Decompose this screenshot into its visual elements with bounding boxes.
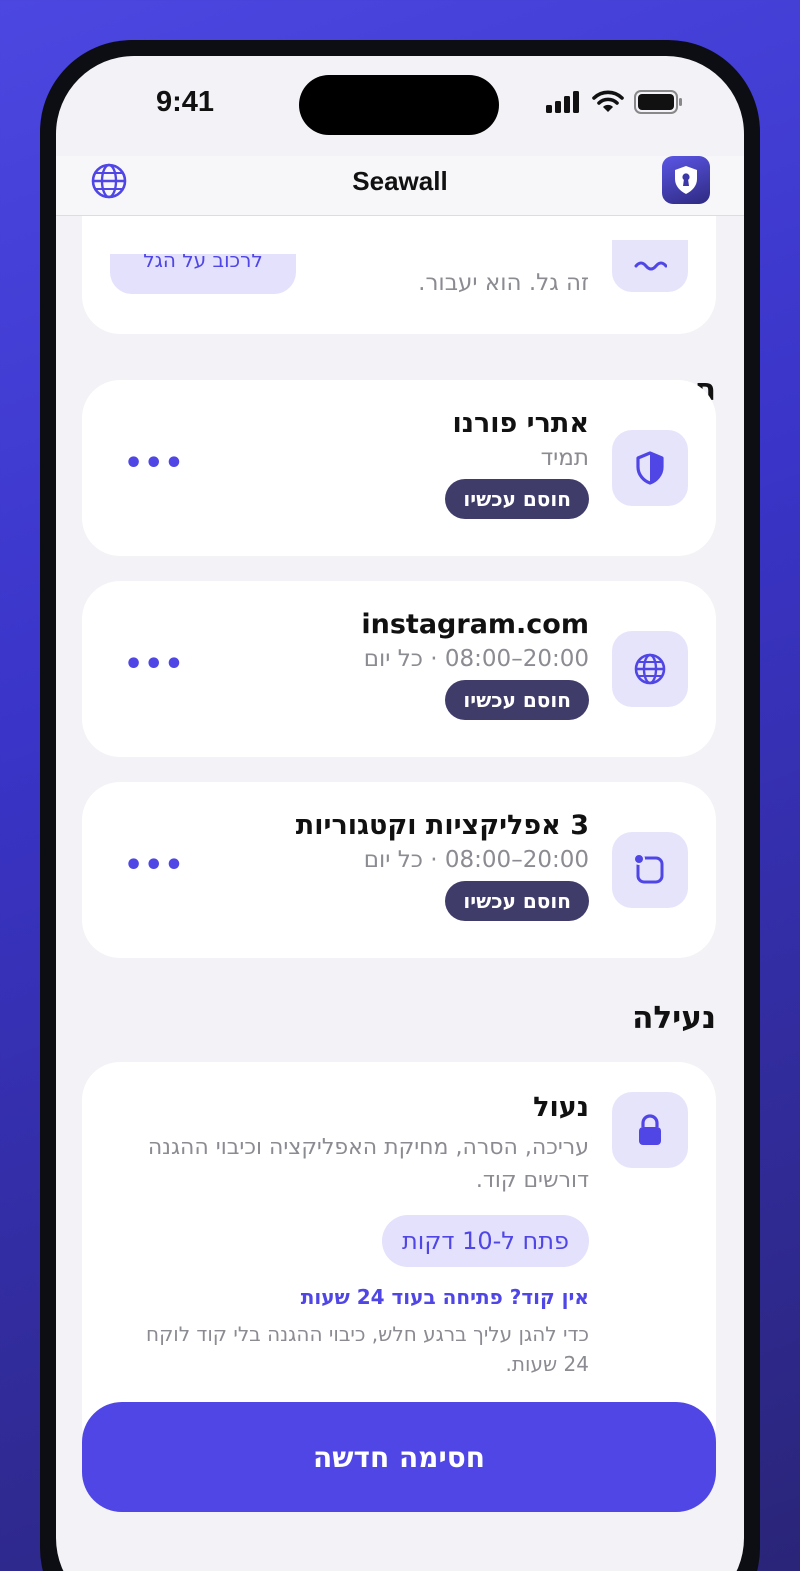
lock-description: עריכה, הסרה, מחיקת האפליקציה וכיבוי ההגנ… (147, 1135, 589, 1193)
new-block-button[interactable]: חסימה חדשה (82, 1402, 716, 1512)
lock-icon (612, 1092, 688, 1168)
keyhole-shield-icon[interactable] (662, 156, 710, 204)
lock-title: נעול (533, 1092, 589, 1123)
status-badge: חוסם עכשיו (445, 881, 589, 921)
signal-icon (546, 91, 579, 113)
block-schedule: תמיד (540, 445, 589, 471)
wave-card-text: זה גל. הוא יעבור. (418, 270, 589, 296)
block-schedule: 20:00–08:00 · כל יום (363, 646, 589, 672)
lock-section-title: נעילה (632, 1000, 716, 1036)
status-icons (546, 90, 684, 114)
app-screen: זה גל. הוא יעבור. לרכוב על הגל חסימות את… (56, 56, 744, 1571)
status-badge: חוסם עכשיו (445, 680, 589, 720)
status-badge: חוסם עכשיו (445, 479, 589, 519)
battery-icon (634, 90, 682, 114)
shield-icon (612, 430, 688, 506)
app-icon (612, 832, 688, 908)
globe-icon (612, 631, 688, 707)
lock-note: כדי להגן עליך ברגע חלש, כיבוי ההגנה בלי … (146, 1322, 589, 1376)
wave-icon (612, 240, 688, 292)
nav-bar: Seawall (56, 156, 744, 216)
block-title: 3 אפליקציות וקטגוריות (295, 810, 589, 841)
more-options-button[interactable]: ••• (124, 446, 185, 481)
block-card[interactable]: 3 אפליקציות וקטגוריות 20:00–08:00 · כל י… (82, 782, 716, 958)
block-title: אתרי פורנו (452, 408, 590, 439)
page-title: Seawall (352, 166, 448, 196)
status-time: 9:41 (156, 86, 215, 118)
ride-wave-label: לרכוב על הגל (143, 254, 263, 272)
block-title: instagram.com (361, 609, 589, 640)
more-options-button[interactable]: ••• (124, 848, 185, 883)
ride-wave-button[interactable]: לרכוב על הגל (110, 254, 296, 294)
more-options-button[interactable]: ••• (124, 647, 185, 682)
wifi-icon (592, 90, 624, 112)
block-schedule: 20:00–08:00 · כל יום (363, 847, 589, 873)
open-10-minutes-button[interactable]: פתח ל-10 דקות (382, 1215, 589, 1267)
block-card[interactable]: instagram.com 20:00–08:00 · כל יום חוסם … (82, 581, 716, 757)
no-code-link[interactable]: אין קוד? פתיחה בעוד 24 שעות (119, 1285, 589, 1309)
block-card[interactable]: אתרי פורנו תמיד חוסם עכשיו ••• (82, 380, 716, 556)
status-bar: 9:41 (56, 56, 744, 156)
dynamic-island (299, 75, 499, 135)
